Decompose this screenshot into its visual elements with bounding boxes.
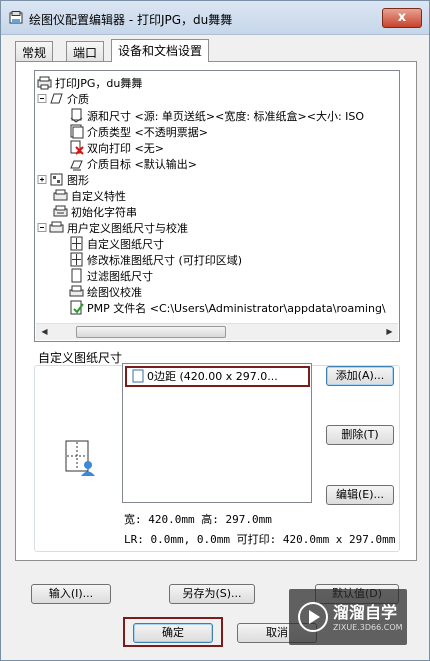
tab-general[interactable]: 常规 (15, 41, 54, 61)
tree-item-duplex[interactable]: 双向打印 <无> (69, 140, 164, 156)
paper-icon (132, 369, 144, 383)
tree-item-media-destination[interactable]: 介质目标 <默认输出> (69, 156, 197, 172)
tree-item-modify-standard-sizes[interactable]: 修改标准图纸尺寸 (可打印区域) (69, 252, 242, 268)
scroll-left-icon[interactable]: ◀ (36, 324, 53, 341)
paper-source-icon (70, 108, 83, 123)
expand-icon[interactable] (37, 172, 47, 187)
tree-item-label: 打印JPG，du舞舞 (55, 77, 143, 90)
media-icon (50, 93, 63, 104)
tree-item-label: 源和尺寸 <源: 单页送纸><宽度: 标准纸盒><大小: ISO (87, 110, 365, 123)
save-as-button[interactable]: 另存为(S)... (169, 584, 255, 604)
printable-area-info: LR: 0.0mm, 0.0mm 可打印: 420.0mm x 297.0mm (124, 533, 396, 546)
tree-item-label: 自定义图纸尺寸 (87, 238, 164, 251)
collapse-icon[interactable] (37, 220, 47, 235)
tree-item-user-paper-sizes[interactable]: 用户定义图纸尺寸与校准 (37, 220, 188, 236)
init-strings-icon (53, 205, 68, 217)
ok-button[interactable]: 确定 (133, 623, 213, 643)
custom-properties-icon (53, 189, 68, 201)
media-type-icon (70, 124, 84, 139)
tab-port[interactable]: 端口 (66, 41, 105, 61)
graphics-icon (50, 173, 63, 186)
close-button[interactable]: x (382, 8, 422, 28)
add-button[interactable]: 添加(A)... (326, 366, 394, 386)
tree-item-graphics[interactable]: 图形 (37, 172, 89, 188)
import-button[interactable]: 输入(I)... (31, 584, 111, 604)
tree-item-label: 初始化字符串 (71, 206, 137, 219)
tree-item-label: 双向打印 <无> (87, 142, 164, 155)
tree-item-label: 介质类型 <不透明票据> (87, 126, 208, 139)
settings-tree[interactable]: 打印JPG，du舞舞 介质 源和尺寸 <源: 单页送纸><宽度: 标准纸盒><大… (34, 70, 400, 342)
plotter-icon (37, 76, 52, 90)
tree-item-custom-paper-sizes[interactable]: 自定义图纸尺寸 (69, 236, 164, 252)
tree-item-label: 介质 (67, 93, 89, 106)
list-item-label: 0边距 (420.00 x 297.0... (147, 370, 278, 383)
plotter-config-dialog: 绘图仪配置编辑器 - 打印JPG，du舞舞 x 常规 端口 设备和文档设置 打印… (0, 0, 430, 661)
scroll-thumb[interactable] (76, 326, 226, 338)
paper-calibration-icon (49, 221, 64, 233)
duplex-disabled-icon (70, 140, 84, 155)
plotter-app-icon (9, 11, 23, 24)
tree-item-init-strings[interactable]: 初始化字符串 (53, 204, 137, 220)
paper-size-preview-icon (65, 440, 95, 476)
tree-item-root[interactable]: 打印JPG，du舞舞 (37, 75, 142, 91)
delete-button[interactable]: 删除(T) (326, 425, 394, 445)
window-title: 绘图仪配置编辑器 - 打印JPG，du舞舞 (29, 13, 233, 27)
tree-item-label: 过滤图纸尺寸 (87, 270, 153, 283)
tree-item-custom-properties[interactable]: 自定义特性 (53, 188, 126, 204)
tree-item-filter-paper-sizes[interactable]: 过滤图纸尺寸 (69, 268, 153, 284)
list-item[interactable]: 0边距 (420.00 x 297.0... (125, 366, 310, 387)
tree-item-label: 修改标准图纸尺寸 (可打印区域) (87, 254, 243, 267)
watermark-overlay: 溜溜自学 ZIXUE.3D66.COM (289, 589, 407, 645)
scroll-right-icon[interactable]: ▶ (381, 324, 398, 341)
watermark-title: 溜溜自学 (333, 603, 398, 622)
title-bar[interactable]: 绘图仪配置编辑器 - 打印JPG，du舞舞 x (1, 1, 429, 35)
custom-paper-size-list[interactable]: 0边距 (420.00 x 297.0... (122, 363, 312, 503)
tab-device-document-settings[interactable]: 设备和文档设置 (111, 39, 210, 62)
tree-item-source-size[interactable]: 源和尺寸 <源: 单页送纸><宽度: 标准纸盒><大小: ISO (69, 108, 364, 124)
tree-item-label: 图形 (67, 174, 89, 187)
edit-button[interactable]: 编辑(E)... (326, 485, 394, 505)
watermark-logo-icon (298, 602, 328, 632)
custom-paper-size-label: 自定义图纸尺寸 (38, 351, 123, 365)
media-destination-icon (70, 160, 83, 171)
tree-item-label: 介质目标 <默认输出> (87, 158, 197, 171)
tree-item-label: PMP 文件名 <C:\Users\Administrator\appdata\… (87, 302, 386, 315)
filter-paper-icon (71, 268, 82, 283)
tree-item-label: 自定义特性 (71, 190, 126, 203)
modify-paper-size-icon (70, 252, 83, 267)
device-settings-panel: 打印JPG，du舞舞 介质 源和尺寸 <源: 单页送纸><宽度: 标准纸盒><大… (15, 61, 417, 561)
tree-item-media-type[interactable]: 介质类型 <不透明票据> (69, 124, 208, 140)
pmp-file-icon (70, 300, 84, 315)
paper-size-info: 宽: 420.0mm 高: 297.0mm (124, 513, 272, 526)
tree-item-plotter-calibration[interactable]: 绘图仪校准 (69, 284, 142, 300)
calibration-icon (69, 285, 84, 297)
collapse-icon[interactable] (37, 91, 47, 106)
tree-item-pmp-filename[interactable]: PMP 文件名 <C:\Users\Administrator\appdata\… (69, 300, 386, 316)
tree-item-label: 绘图仪校准 (87, 286, 142, 299)
tree-item-media[interactable]: 介质 (37, 91, 89, 107)
custom-paper-size-icon (70, 236, 83, 251)
horizontal-scrollbar[interactable]: ◀ ▶ (36, 323, 398, 340)
tree-item-label: 用户定义图纸尺寸与校准 (67, 222, 188, 235)
watermark-subtitle: ZIXUE.3D66.COM (333, 623, 403, 632)
